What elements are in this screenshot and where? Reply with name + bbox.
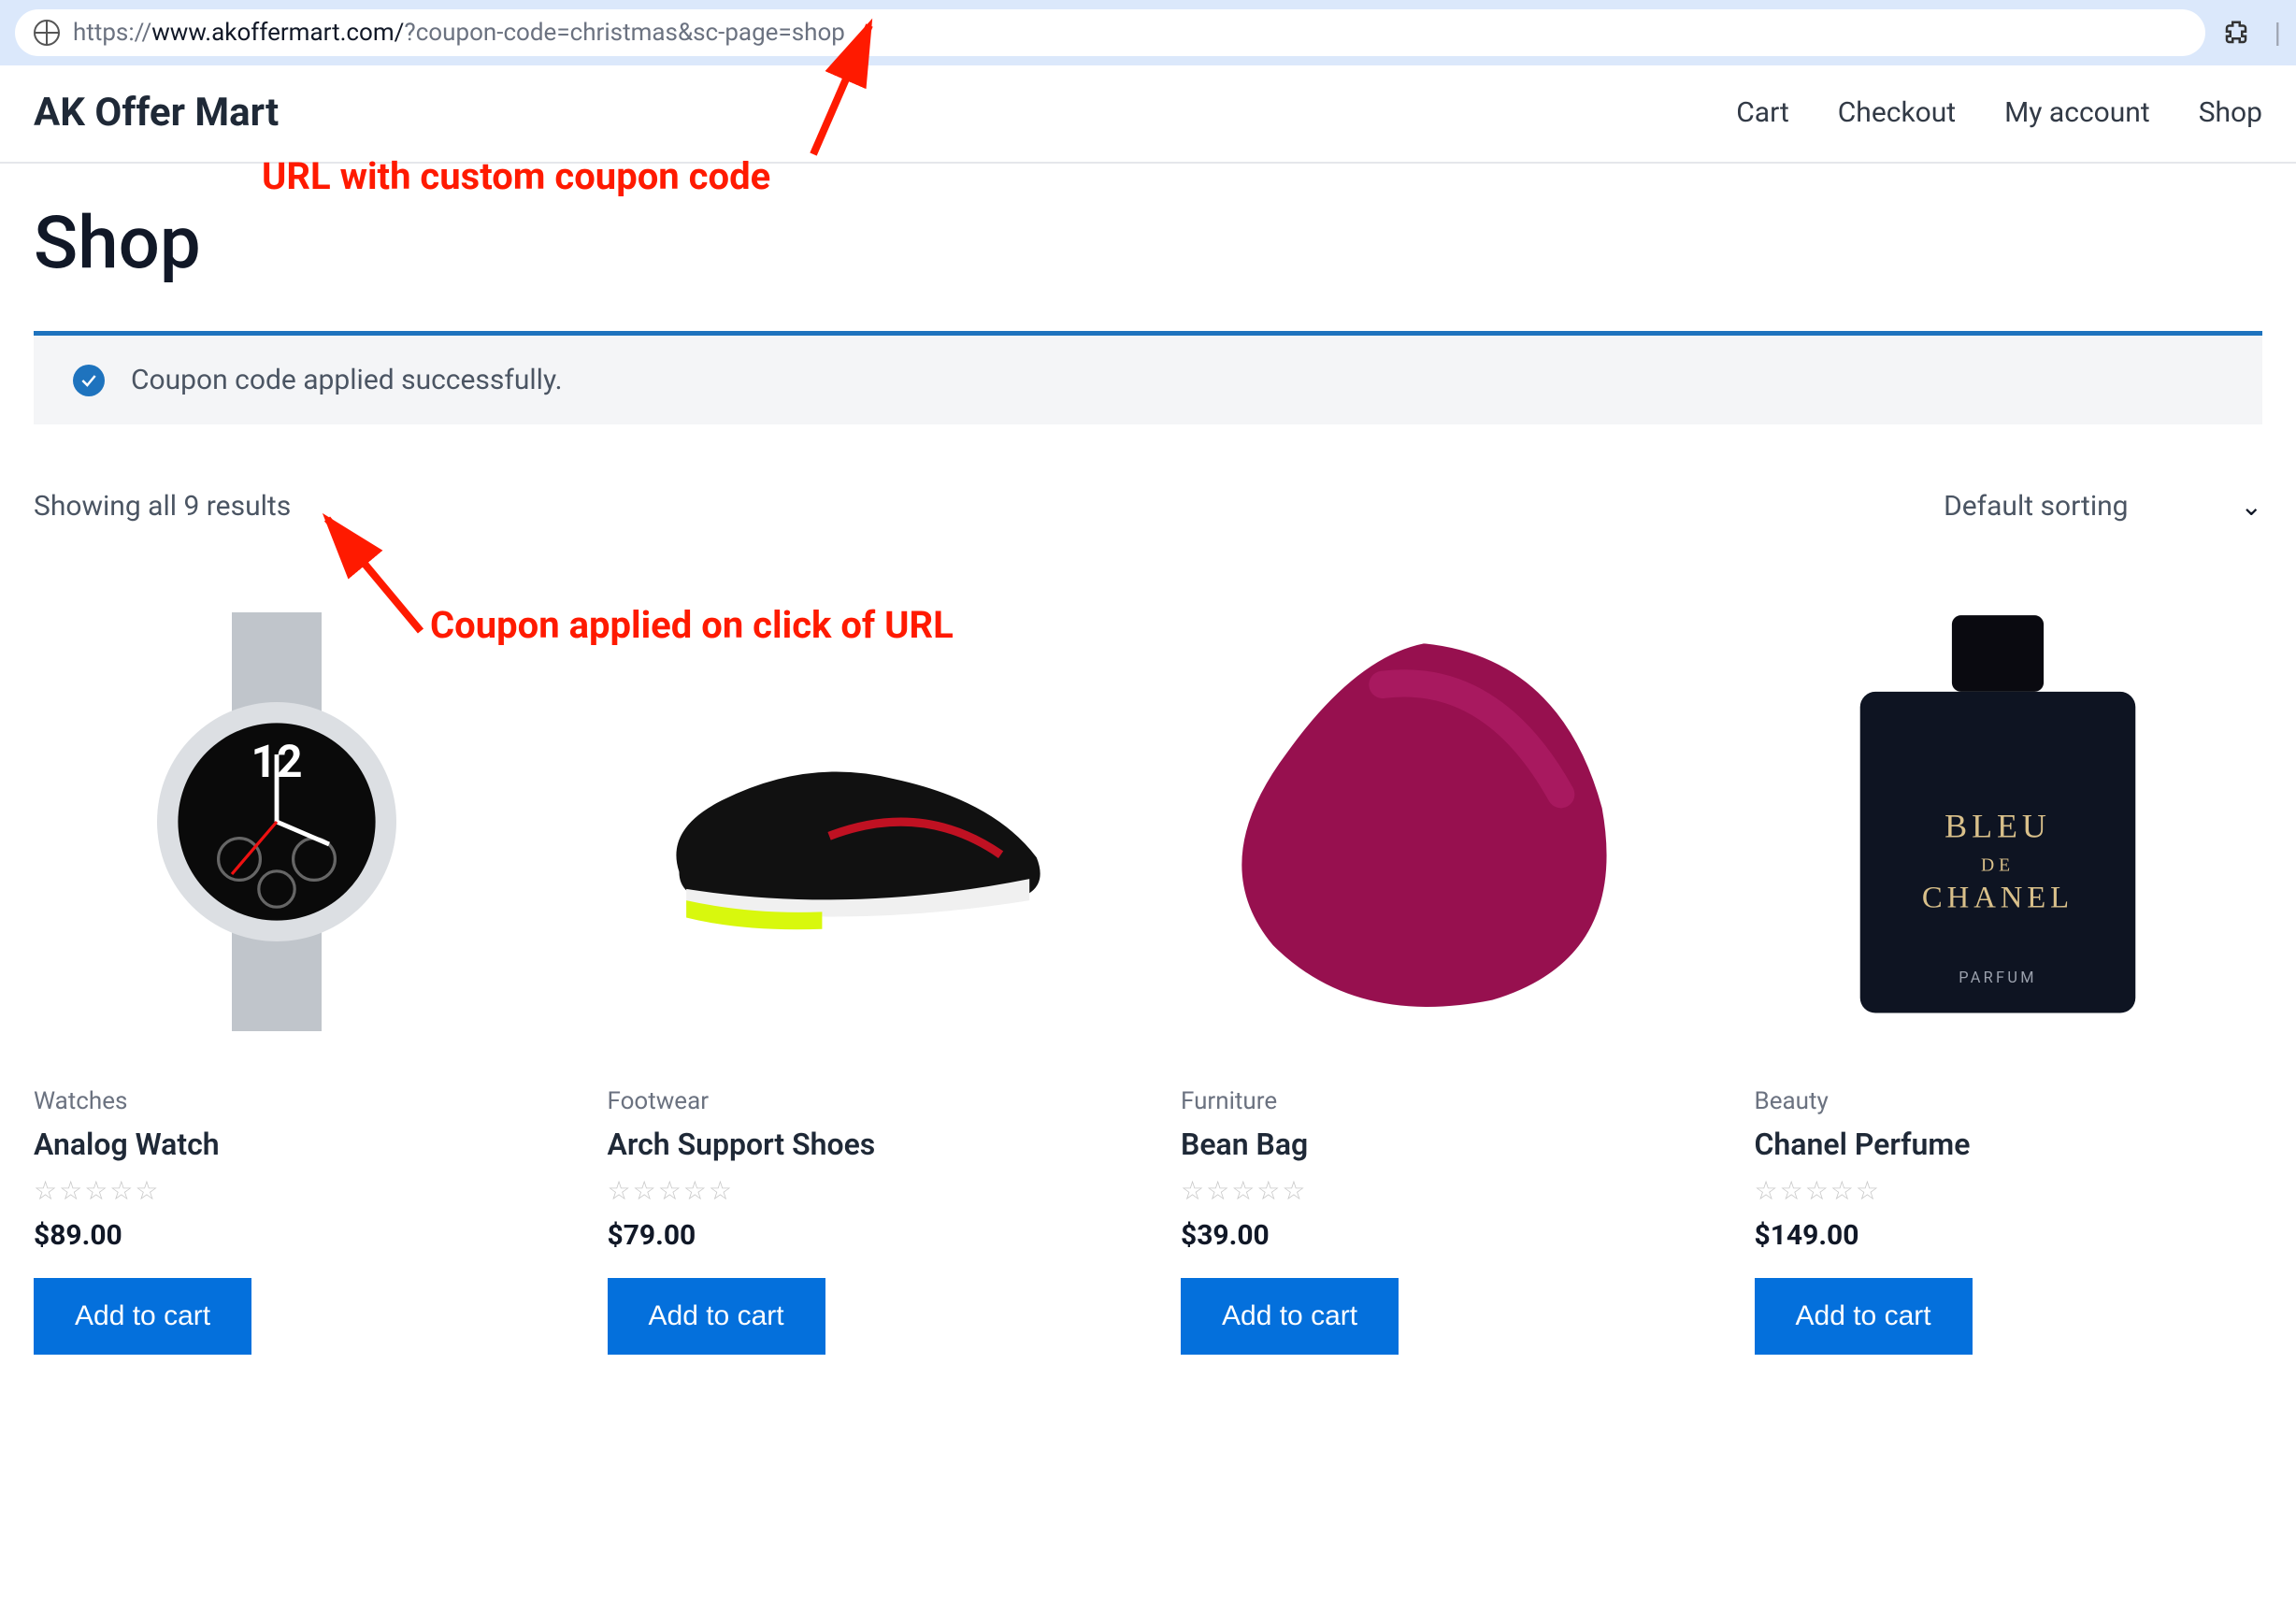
page-body: URL with custom coupon code Shop Coupon … — [0, 164, 2296, 1411]
rating-stars: ☆☆☆☆☆ — [1181, 1175, 1689, 1206]
add-to-cart-button[interactable]: Add to cart — [1181, 1278, 1399, 1355]
product-category: Beauty — [1755, 1087, 2263, 1115]
check-icon — [73, 365, 105, 396]
svg-text:CHANEL: CHANEL — [1921, 882, 2073, 915]
rating-stars: ☆☆☆☆☆ — [34, 1175, 542, 1206]
product-name[interactable]: Bean Bag — [1181, 1127, 1689, 1162]
product-category: Footwear — [608, 1087, 1116, 1115]
alert-text: Coupon code applied successfully. — [131, 364, 562, 396]
product-image[interactable]: 12 — [34, 579, 520, 1065]
site-header: AK Offer Mart Cart Checkout My account S… — [0, 65, 2296, 164]
site-title[interactable]: AK Offer Mart — [34, 90, 279, 136]
product-image[interactable] — [1181, 579, 1667, 1065]
nav-shop[interactable]: Shop — [2199, 96, 2262, 129]
product-category: Watches — [34, 1087, 542, 1115]
sort-label: Default sorting — [1944, 490, 2128, 523]
shop-toolbar: Showing all 9 results Default sorting ⌄ — [34, 490, 2262, 523]
rating-stars: ☆☆☆☆☆ — [608, 1175, 1116, 1206]
sort-select[interactable]: Default sorting ⌄ — [1944, 490, 2262, 523]
results-count: Showing all 9 results — [34, 490, 291, 523]
globe-icon — [34, 20, 60, 46]
add-to-cart-button[interactable]: Add to cart — [608, 1278, 825, 1355]
product-category: Furniture — [1181, 1087, 1689, 1115]
product-card: 12 Watches Analog Watch ☆☆☆☆☆ $89.00 Add… — [34, 579, 542, 1355]
separator-icon: | — [2274, 17, 2281, 50]
product-name[interactable]: Analog Watch — [34, 1127, 542, 1162]
product-card: BLEU DE CHANEL PARFUM Beauty Chanel Perf… — [1755, 579, 2263, 1355]
add-to-cart-button[interactable]: Add to cart — [34, 1278, 251, 1355]
product-price: $89.00 — [34, 1219, 542, 1252]
page-title: Shop — [34, 201, 2262, 286]
extensions-icon[interactable] — [2220, 17, 2252, 49]
chevron-down-icon: ⌄ — [2241, 491, 2262, 522]
browser-chrome: https://www.akoffermart.com/?coupon-code… — [0, 0, 2296, 65]
nav-cart[interactable]: Cart — [1736, 96, 1789, 129]
nav-my-account[interactable]: My account — [2004, 96, 2150, 129]
product-name[interactable]: Arch Support Shoes — [608, 1127, 1116, 1162]
product-image[interactable]: BLEU DE CHANEL PARFUM — [1755, 579, 2241, 1065]
product-price: $79.00 — [608, 1219, 1116, 1252]
svg-text:BLEU: BLEU — [1944, 807, 2051, 844]
svg-text:DE: DE — [1981, 855, 2015, 875]
product-card: Footwear Arch Support Shoes ☆☆☆☆☆ $79.00… — [608, 579, 1116, 1355]
primary-nav: Cart Checkout My account Shop — [1736, 96, 2262, 129]
svg-text:PARFUM: PARFUM — [1959, 969, 2037, 986]
url-text: https://www.akoffermart.com/?coupon-code… — [73, 19, 845, 47]
address-bar[interactable]: https://www.akoffermart.com/?coupon-code… — [15, 9, 2205, 56]
product-image[interactable] — [608, 579, 1094, 1065]
product-price: $39.00 — [1181, 1219, 1689, 1252]
nav-checkout[interactable]: Checkout — [1838, 96, 1956, 129]
add-to-cart-button[interactable]: Add to cart — [1755, 1278, 1973, 1355]
success-alert: Coupon code applied successfully. — [34, 331, 2262, 424]
product-grid: 12 Watches Analog Watch ☆☆☆☆☆ $89.00 Add… — [34, 579, 2262, 1355]
product-price: $149.00 — [1755, 1219, 2263, 1252]
product-card: Furniture Bean Bag ☆☆☆☆☆ $39.00 Add to c… — [1181, 579, 1689, 1355]
product-name[interactable]: Chanel Perfume — [1755, 1127, 2263, 1162]
rating-stars: ☆☆☆☆☆ — [1755, 1175, 2263, 1206]
